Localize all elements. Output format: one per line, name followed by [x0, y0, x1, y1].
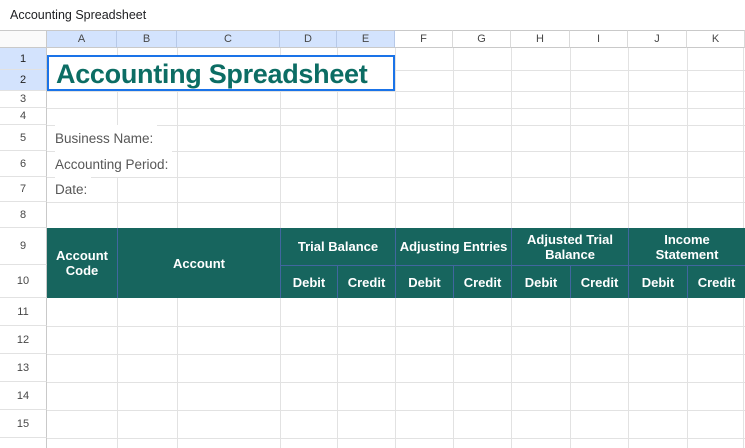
selected-title-cell[interactable]: Accounting Spreadsheet: [47, 55, 395, 91]
row-header-13[interactable]: 13: [0, 354, 47, 382]
column-header-g[interactable]: G: [453, 30, 511, 48]
credit-text: Credit: [463, 274, 502, 290]
cell-date-label[interactable]: Date:: [55, 177, 92, 202]
header-cell-is-credit[interactable]: Credit: [687, 265, 745, 298]
row-header-15[interactable]: 15: [0, 410, 47, 438]
row-header-11[interactable]: 11: [0, 298, 47, 326]
header-cell-tb-credit[interactable]: Credit: [337, 265, 395, 298]
accounting-period-text: Accounting Period:: [55, 157, 169, 172]
column-header-k[interactable]: K: [687, 30, 745, 48]
debit-text: Debit: [641, 274, 675, 290]
header-cell-is-debit[interactable]: Debit: [628, 265, 687, 298]
row-header-12[interactable]: 12: [0, 326, 47, 354]
adjusting-entries-text: Adjusting Entries: [399, 239, 508, 254]
select-all-corner[interactable]: [0, 30, 47, 48]
income-statement-text: Income Statement: [655, 231, 719, 262]
adjusted-trial-balance-text: Adjusted Trial Balance: [527, 231, 613, 262]
row-header-8[interactable]: 8: [0, 202, 47, 228]
row-header-14[interactable]: 14: [0, 382, 47, 410]
business-name-text: Business Name:: [55, 131, 154, 146]
column-header-b[interactable]: B: [117, 30, 177, 48]
gridline-h: [47, 382, 745, 383]
row-header-10[interactable]: 10: [0, 265, 47, 298]
column-header-c[interactable]: C: [177, 30, 280, 48]
gridline-h: [47, 438, 745, 439]
column-header-j[interactable]: J: [628, 30, 687, 48]
file-title-bar: Accounting Spreadsheet: [0, 0, 745, 30]
cell-business-name-label[interactable]: Business Name:: [55, 125, 158, 151]
debit-text: Debit: [292, 274, 326, 290]
gridline-h: [47, 177, 745, 178]
header-cell-atb-debit[interactable]: Debit: [511, 265, 570, 298]
row-header-6[interactable]: 6: [0, 151, 47, 177]
credit-text: Credit: [347, 274, 386, 290]
sheet-title-text: Accounting Spreadsheet: [56, 58, 368, 89]
accounting-table-header: Account Code Account Trial Balance Adjus…: [47, 228, 745, 298]
cell-accounting-period-label[interactable]: Accounting Period:: [55, 151, 173, 177]
account-text: Account: [173, 255, 225, 271]
column-header-a[interactable]: A: [47, 30, 117, 48]
gridline-h: [47, 202, 745, 203]
spreadsheet-app: Accounting Spreadsheet A B C D E F G H I…: [0, 0, 745, 448]
header-cell-adjusting-entries[interactable]: Adjusting Entries: [395, 228, 511, 265]
column-header-f[interactable]: F: [395, 30, 453, 48]
credit-text: Credit: [697, 274, 736, 290]
trial-balance-text: Trial Balance: [297, 239, 379, 254]
column-header-h[interactable]: H: [511, 30, 570, 48]
row-header-9[interactable]: 9: [0, 228, 47, 265]
column-header-d[interactable]: D: [280, 30, 337, 48]
debit-text: Debit: [408, 274, 441, 290]
gridline-h: [47, 326, 745, 327]
header-cell-atb-credit[interactable]: Credit: [570, 265, 628, 298]
column-header-e[interactable]: E: [337, 30, 395, 48]
header-cell-account[interactable]: Account: [117, 228, 280, 298]
row-header-5[interactable]: 5: [0, 125, 47, 151]
column-header-i[interactable]: I: [570, 30, 628, 48]
date-text: Date:: [55, 182, 88, 197]
credit-text: Credit: [580, 274, 619, 290]
header-cell-ae-credit[interactable]: Credit: [453, 265, 511, 298]
account-code-text: Account Code: [56, 248, 108, 278]
gridline-h: [47, 354, 745, 355]
header-cell-tb-debit[interactable]: Debit: [280, 265, 337, 298]
row-header-7[interactable]: 7: [0, 177, 47, 202]
gridline-h: [47, 91, 745, 92]
header-cell-income-statement[interactable]: Income Statement: [628, 228, 745, 265]
gridline-h: [47, 410, 745, 411]
header-cell-account-code[interactable]: Account Code: [47, 228, 117, 298]
header-cell-trial-balance[interactable]: Trial Balance: [280, 228, 395, 265]
row-header-16-partial[interactable]: [0, 438, 47, 448]
row-header-4[interactable]: 4: [0, 108, 47, 125]
header-cell-adjusted-trial-balance[interactable]: Adjusted Trial Balance: [511, 228, 628, 265]
row-header-2[interactable]: 2: [0, 70, 47, 91]
file-title: Accounting Spreadsheet: [10, 8, 147, 22]
row-header-3[interactable]: 3: [0, 91, 47, 108]
row-header-1[interactable]: 1: [0, 48, 47, 70]
header-cell-ae-debit[interactable]: Debit: [395, 265, 453, 298]
gridline-h: [47, 108, 745, 109]
debit-text: Debit: [524, 274, 558, 290]
